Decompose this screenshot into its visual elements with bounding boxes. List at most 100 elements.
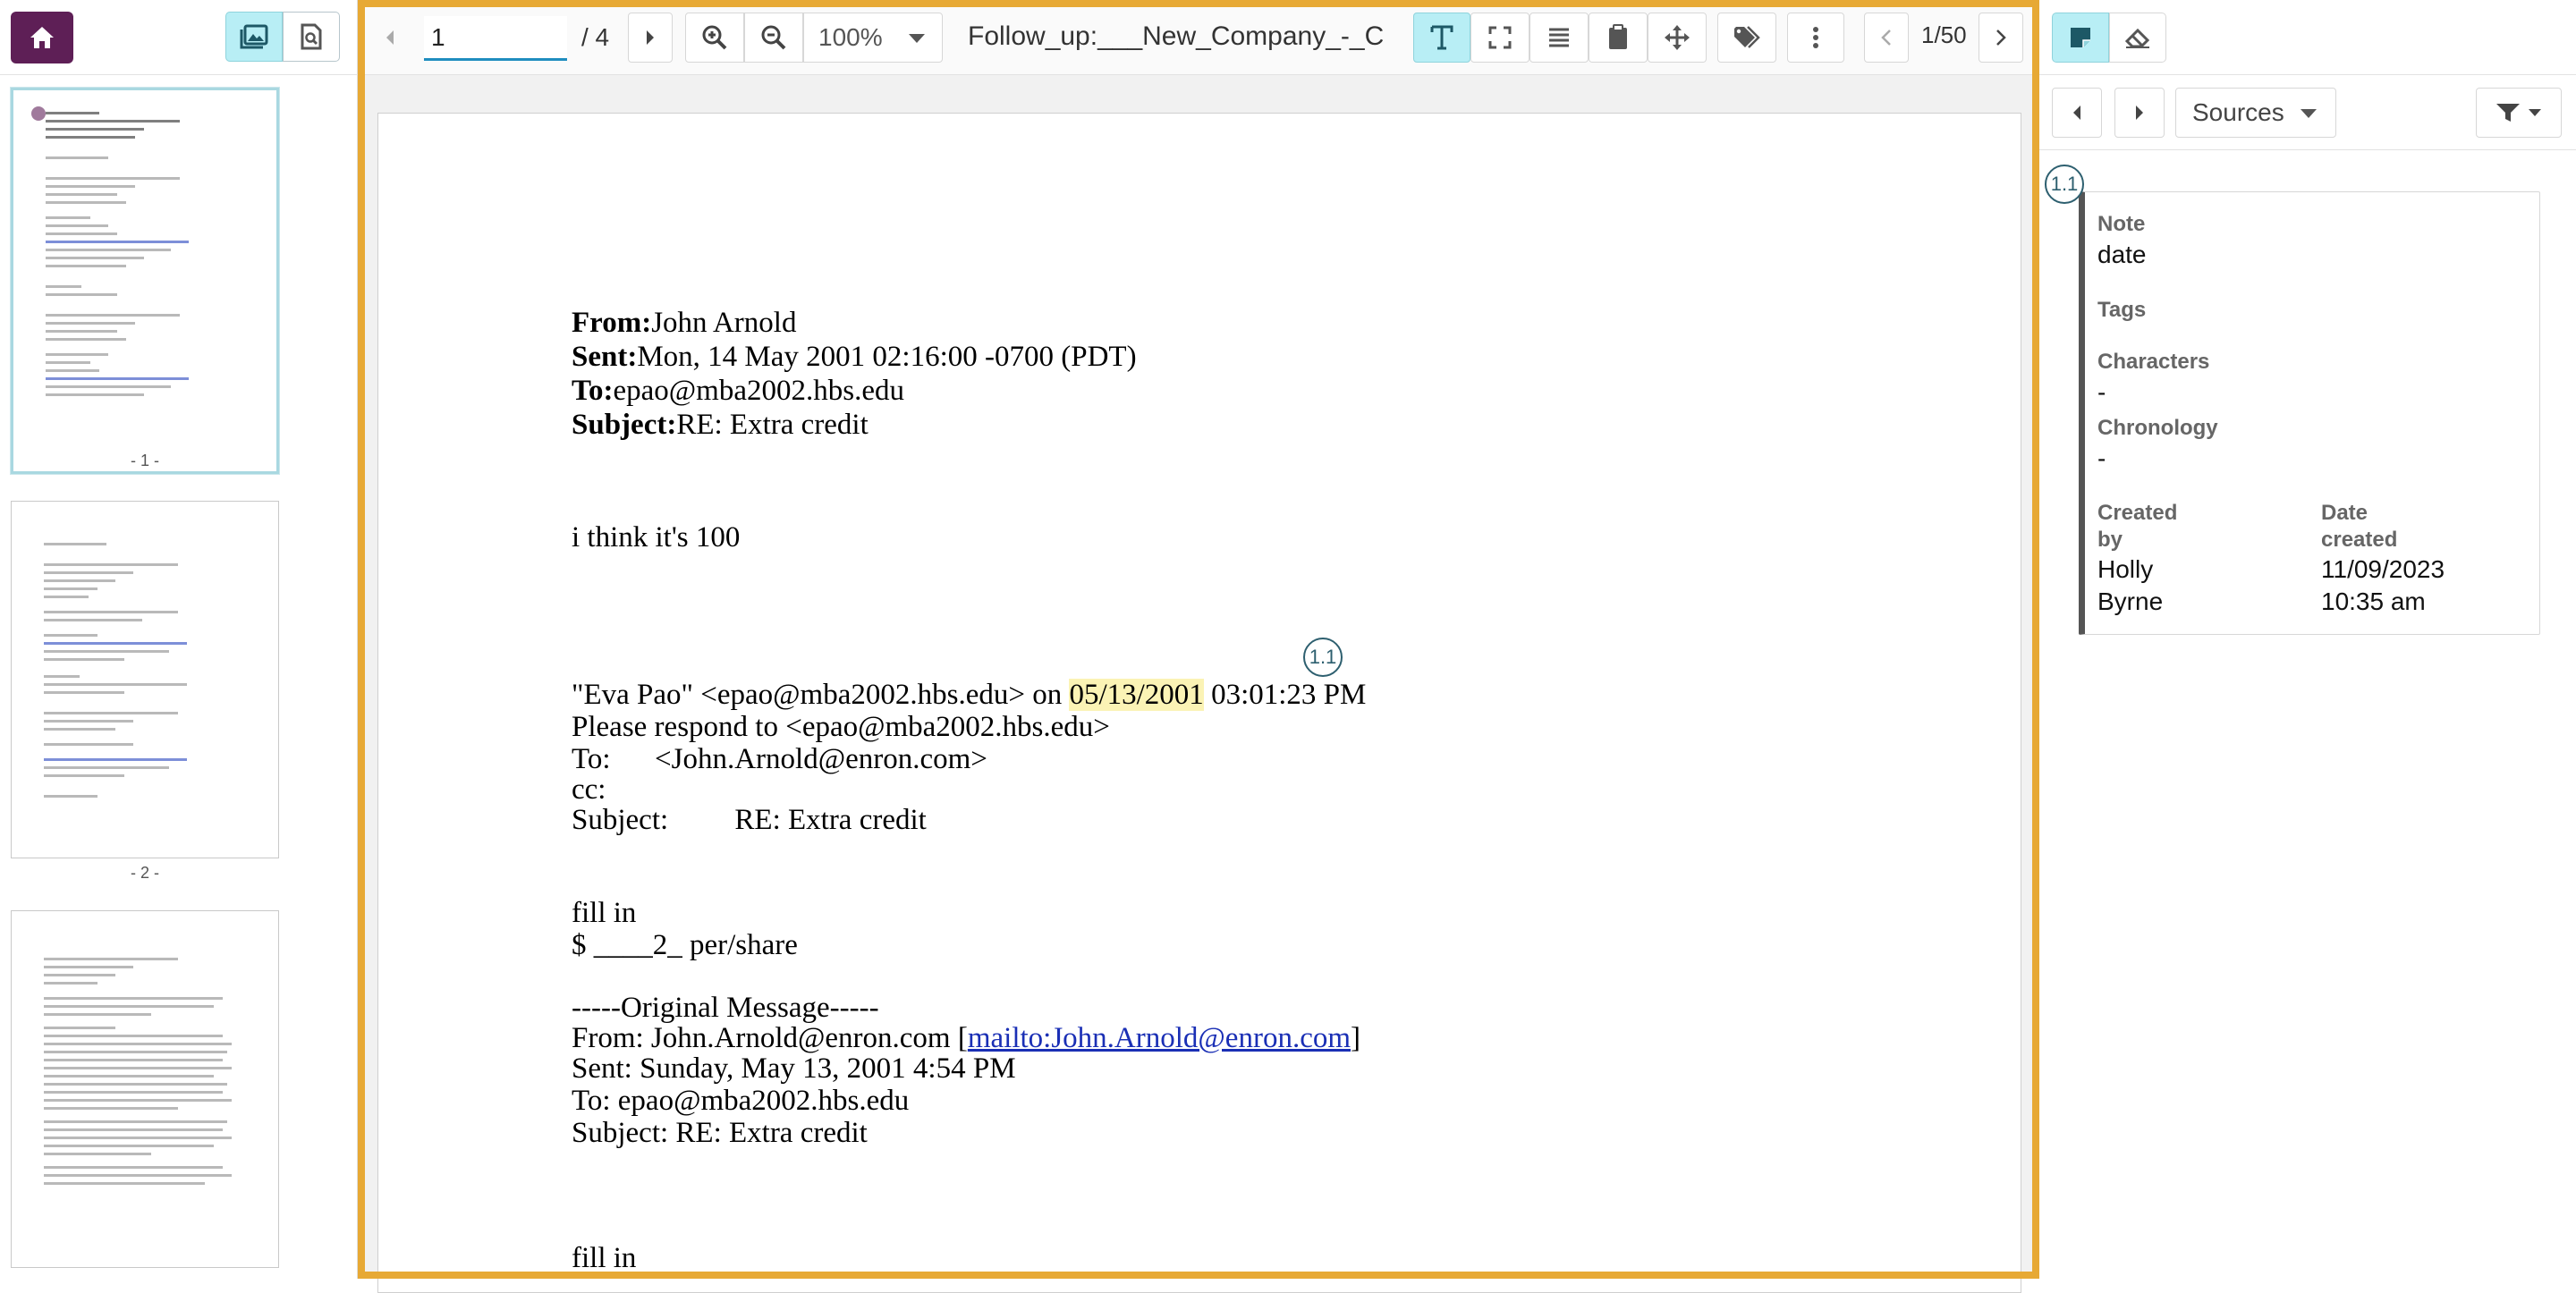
document-toolbar: / 4 100% Follow_up:___New_Company_-_C 1/… [358,0,2039,75]
created-by-value: Holly Byrne [2097,555,2164,615]
page-number-input[interactable] [424,16,567,61]
zoom-out-icon [761,25,786,50]
next-note-button[interactable] [2114,88,2165,138]
annotation-marker[interactable]: 1.1 [1303,638,1343,677]
align-button[interactable] [1530,13,1589,63]
right-toolbar [2039,0,2576,75]
original-message-line: -----Original Message----- [572,992,879,1024]
align-icon [1549,28,1569,47]
chevron-left-icon [386,30,394,45]
page-thumbnail-2[interactable] [11,501,279,858]
zoom-select[interactable]: 100% [803,13,943,63]
prev-note-button[interactable] [2052,88,2102,138]
chevron-right-icon [2136,106,2143,120]
quoted-cc-line: cc: [572,773,606,806]
chronology-label: Chronology [2097,416,2218,440]
chevron-down-icon [2301,109,2317,118]
clipboard-button[interactable] [1589,13,1648,63]
zoom-out-button[interactable] [744,13,803,63]
email-to-line: To:epao@mba2002.hbs.edu [572,375,904,407]
original-to-line: To: epao@mba2002.hbs.edu [572,1085,910,1117]
chronology-value: - [2097,444,2106,472]
zoom-in-icon [702,25,727,50]
quoted-to-line: To: <John.Arnold@enron.com> [572,743,987,775]
zoom-in-button[interactable] [685,13,744,63]
respond-line: Please respond to <epao@mba2002.hbs.edu> [572,711,1110,743]
next-page-button[interactable] [628,13,673,63]
annotation-counter: 1/50 [1921,21,1967,48]
fill-in-line: fill in [572,897,637,929]
note-label: Note [2097,212,2146,236]
document-viewer[interactable]: From:John Arnold Sent:Mon, 14 May 2001 0… [358,75,2039,1293]
characters-value: - [2097,378,2106,406]
home-icon [30,27,54,48]
sources-dropdown[interactable]: Sources [2175,88,2336,138]
chevron-right-icon [1996,30,2006,46]
page-total: / 4 [581,23,610,51]
more-options-button[interactable] [1787,13,1844,63]
text-tool-button[interactable] [1413,13,1470,63]
thumbnails-icon [240,24,268,49]
thumbnails-view-button[interactable] [225,12,283,62]
tag-button[interactable] [1717,13,1776,63]
highlighted-date[interactable]: 05/13/2001 [1069,679,1204,711]
fullscreen-button[interactable] [1470,13,1530,63]
page-thumbnail-1[interactable] [11,88,279,474]
tags-label: Tags [2097,298,2147,322]
email-body-line: i think it's 100 [572,521,741,554]
move-icon [1665,25,1690,50]
text-tool-icon [1430,25,1453,50]
home-button[interactable] [11,12,73,63]
email-sent-line: Sent:Mon, 14 May 2001 02:16:00 -0700 (PD… [572,341,1137,373]
fullscreen-icon [1488,26,1512,49]
original-from-line: From: John.Arnold@enron.com [mailto:John… [572,1022,1361,1054]
annotations-nav: Sources [2039,75,2576,150]
email-from-line: From:John Arnold [572,307,797,339]
eraser-icon [2124,28,2150,48]
mailto-link[interactable]: mailto:John.Arnold@enron.com [968,1022,1351,1054]
created-by-label: Created by [2097,501,2178,552]
next-annotation-button[interactable] [1979,13,2023,63]
note-value: date [2097,241,2147,268]
chevron-down-icon [2529,109,2541,116]
annotations-panel: Sources Note date Tags Characters - Chro… [2039,0,2576,1279]
tag-icon [1734,26,1760,48]
chevron-right-icon [647,30,654,45]
thumbnail-label-1: - 1 - [130,452,159,469]
chevron-down-icon [909,34,925,43]
page-thumbnail-3[interactable] [11,910,279,1268]
chevron-left-icon [2073,106,2080,120]
thumbnail-panel: - 1 - - 2 - [0,0,358,1279]
search-document-icon [301,23,322,50]
chevron-left-icon [1881,30,1891,46]
quoted-header-line: "Eva Pao" <epao@mba2002.hbs.edu> on 05/1… [572,679,1367,711]
more-vertical-icon [1813,27,1818,48]
characters-label: Characters [2097,350,2210,374]
eraser-button[interactable] [2109,13,2166,63]
note-icon [2071,28,2090,47]
left-toolbar [0,0,358,75]
search-document-button[interactable] [283,12,340,62]
clipboard-icon [1609,24,1627,49]
prev-annotation-button[interactable] [1864,13,1909,63]
email-subject-line: Subject:RE: Extra credit [572,409,869,441]
date-created-value: 11/09/2023 10:35 am [2321,555,2445,615]
prev-page-button[interactable] [370,13,410,63]
per-share-line: $ ____2_ per/share [572,929,798,961]
note-card[interactable]: Note date Tags Characters - Chronology -… [2079,191,2540,635]
filter-icon [2496,104,2520,122]
original-sent-line: Sent: Sunday, May 13, 2001 4:54 PM [572,1052,1016,1085]
fill-in-line-2: fill in [572,1242,637,1274]
sources-label: Sources [2192,98,2284,126]
document-page[interactable]: From:John Arnold Sent:Mon, 14 May 2001 0… [377,113,2021,1293]
date-created-label: Date created [2321,501,2398,552]
card-marker[interactable]: 1.1 [2045,165,2084,204]
original-subject-line: Subject: RE: Extra credit [572,1117,868,1149]
document-title: Follow_up:___New_Company_-_C [968,21,1385,51]
move-button[interactable] [1648,13,1707,63]
quoted-subject-line: Subject: RE: Extra credit [572,804,927,836]
thumbnail-marker [31,106,46,121]
zoom-value: 100% [818,23,883,51]
notes-tab-button[interactable] [2052,13,2109,63]
filter-button[interactable] [2476,88,2562,138]
